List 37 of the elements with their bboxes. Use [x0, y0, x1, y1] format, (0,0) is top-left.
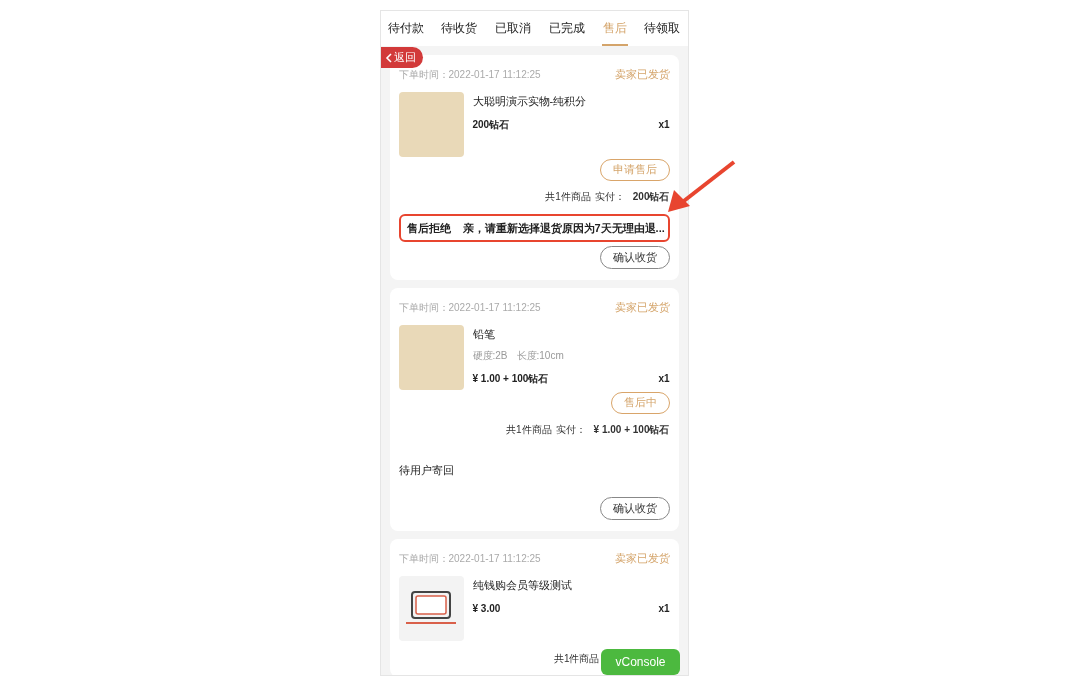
product-price: 200钻石 [472, 118, 510, 132]
product-quantity: x1 [658, 602, 670, 616]
order-tab[interactable]: 待付款 [386, 11, 425, 46]
order-tab[interactable]: 待领取 [643, 11, 682, 46]
order-tab[interactable]: 待收货 [440, 11, 479, 46]
paid-label: 实付： [555, 422, 586, 437]
order-tab[interactable]: 已完成 [547, 11, 586, 46]
order-tab[interactable]: 已取消 [494, 11, 533, 46]
photo-placeholder [398, 91, 464, 157]
product-spec: 长度:10cm [516, 349, 564, 363]
product-name: 纯钱购会员等级测试 [472, 577, 573, 593]
product-spec: 硬度:2B [472, 349, 508, 363]
product-price: ¥ 3.00 [472, 602, 501, 616]
item-count: 共1件商品 [506, 422, 552, 437]
paid-amount: 200钻石 [632, 189, 670, 204]
product-name: 大聪明演示实物-纯积分 [472, 93, 588, 109]
product-quantity: x1 [658, 118, 670, 132]
back-button[interactable]: 返回 [380, 47, 423, 68]
order-time: 下单时间：2022-01-17 11:12:25 [398, 551, 541, 566]
after-sale-status: 待用户寄回 [398, 462, 454, 478]
item-count: 共1件商品 [553, 651, 600, 666]
order-time: 下单时间：2022-01-17 11:12:25 [398, 300, 541, 315]
order-status: 卖家已发货 [614, 67, 670, 82]
paid-amount: ¥ 1.00 + 100钻石 [593, 422, 670, 437]
order-status: 卖家已发货 [614, 551, 670, 566]
laptop-icon [405, 590, 457, 626]
photo-placeholder [398, 324, 464, 390]
paid-label: 实付： [594, 189, 625, 204]
after-sale-message: 亲，请重新选择退货原因为7天无理由退... [462, 220, 665, 236]
order-time: 下单时间：2022-01-17 11:12:25 [398, 67, 541, 82]
after-sale-status: 售后拒绝 [406, 220, 451, 236]
product-name: 铅笔 [472, 326, 496, 342]
product-price: ¥ 1.00 + 100钻石 [472, 372, 549, 386]
item-count: 共1件商品 [545, 189, 591, 204]
order-status: 卖家已发货 [614, 300, 670, 315]
product-quantity: x1 [658, 372, 670, 386]
chevron-left-icon [384, 52, 392, 63]
